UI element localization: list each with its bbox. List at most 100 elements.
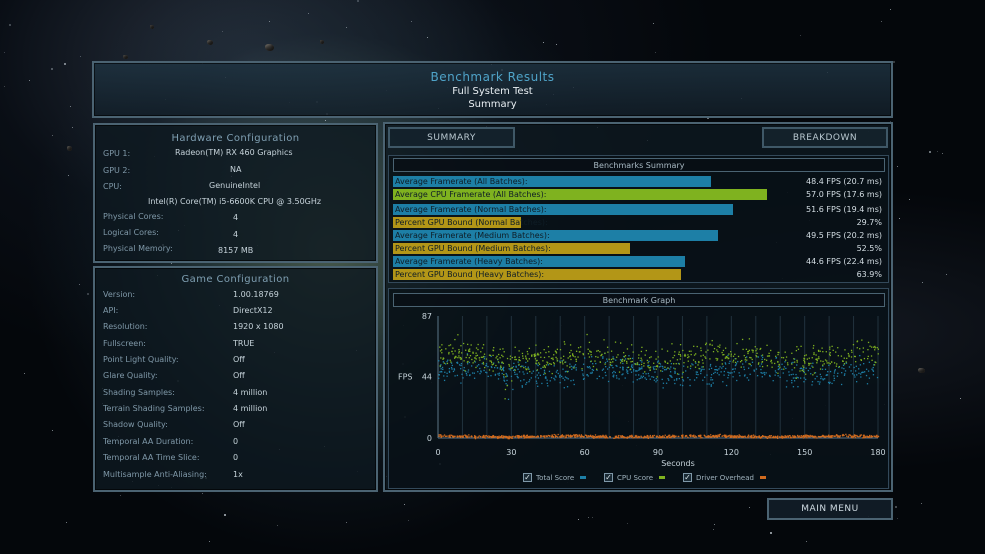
data-point bbox=[561, 436, 563, 438]
data-point bbox=[496, 437, 499, 439]
data-point bbox=[459, 357, 461, 359]
data-point bbox=[462, 342, 465, 345]
data-point bbox=[652, 435, 654, 438]
data-point bbox=[518, 371, 521, 373]
data-point bbox=[810, 362, 812, 365]
data-point bbox=[625, 436, 627, 439]
data-point bbox=[800, 345, 802, 347]
data-point bbox=[665, 382, 668, 384]
main-menu-button[interactable]: MAIN MENU bbox=[767, 498, 893, 520]
data-point bbox=[510, 436, 512, 438]
data-point bbox=[792, 377, 795, 379]
data-point bbox=[730, 355, 732, 357]
data-point bbox=[770, 437, 772, 439]
data-point bbox=[502, 366, 505, 369]
data-point bbox=[710, 384, 712, 386]
data-point bbox=[803, 377, 805, 379]
data-point bbox=[722, 354, 724, 356]
data-point bbox=[822, 351, 824, 353]
data-point bbox=[729, 434, 731, 436]
data-point bbox=[749, 373, 751, 375]
legend-cpu-score[interactable]: ✓ CPU Score bbox=[604, 473, 666, 482]
data-point bbox=[839, 435, 842, 437]
data-point bbox=[440, 434, 442, 436]
data-point bbox=[760, 436, 763, 439]
data-point bbox=[693, 379, 696, 381]
legend-total-score[interactable]: ✓ Total Score bbox=[523, 473, 587, 482]
x-tick-label: 60 bbox=[580, 448, 590, 457]
data-point bbox=[714, 369, 716, 371]
data-point bbox=[471, 358, 473, 361]
data-point bbox=[575, 358, 577, 361]
data-point bbox=[687, 360, 689, 362]
data-point bbox=[725, 363, 727, 365]
data-point bbox=[803, 366, 805, 369]
data-point bbox=[538, 363, 541, 365]
checkbox-checked-icon[interactable]: ✓ bbox=[604, 473, 613, 482]
data-point bbox=[475, 366, 477, 369]
data-point bbox=[868, 361, 871, 363]
data-point bbox=[661, 370, 664, 373]
data-point bbox=[676, 378, 678, 380]
checkbox-checked-icon[interactable]: ✓ bbox=[683, 473, 692, 482]
data-point bbox=[825, 435, 827, 437]
data-point bbox=[489, 360, 491, 362]
kv-label: Glare Quality: bbox=[103, 371, 158, 380]
data-point bbox=[502, 368, 504, 371]
data-point bbox=[694, 366, 697, 368]
summary-row: Average Framerate (Medium Batches): 49.5 … bbox=[393, 230, 886, 241]
data-point bbox=[768, 352, 770, 355]
checkbox-checked-icon[interactable]: ✓ bbox=[523, 473, 532, 482]
data-point bbox=[609, 436, 611, 438]
data-point bbox=[792, 435, 794, 437]
kv-label: Multisample Anti-Aliasing: bbox=[103, 470, 207, 479]
data-point bbox=[701, 368, 703, 370]
data-point bbox=[672, 434, 674, 436]
tab-summary[interactable]: SUMMARY bbox=[388, 127, 515, 148]
data-point bbox=[773, 436, 775, 439]
data-point bbox=[853, 434, 856, 436]
data-point bbox=[721, 367, 723, 369]
data-point bbox=[786, 380, 788, 382]
data-point bbox=[533, 355, 536, 358]
data-point bbox=[489, 354, 492, 357]
data-point bbox=[812, 347, 814, 349]
data-point bbox=[759, 365, 761, 367]
data-point bbox=[479, 367, 481, 370]
data-point bbox=[721, 363, 723, 365]
data-point bbox=[549, 363, 551, 365]
data-point bbox=[843, 363, 846, 365]
asteroid bbox=[67, 146, 72, 151]
data-point bbox=[468, 349, 470, 351]
data-point bbox=[582, 373, 584, 375]
tab-breakdown[interactable]: BREAKDOWN bbox=[762, 127, 888, 148]
data-point bbox=[855, 365, 857, 367]
data-point bbox=[646, 359, 649, 362]
data-point bbox=[707, 349, 709, 351]
data-point bbox=[766, 355, 769, 357]
data-point bbox=[452, 353, 454, 355]
data-point bbox=[666, 436, 668, 439]
data-point bbox=[495, 364, 497, 367]
data-point bbox=[600, 436, 602, 438]
legend-driver-overhead[interactable]: ✓ Driver Overhead bbox=[683, 473, 766, 482]
data-point bbox=[768, 355, 770, 357]
summary-value: 57.0 FPS (17.6 ms) bbox=[806, 190, 882, 199]
data-point bbox=[461, 352, 463, 354]
data-point bbox=[803, 357, 805, 360]
data-point bbox=[450, 367, 453, 369]
legend-swatch bbox=[659, 476, 666, 479]
data-point bbox=[781, 368, 783, 370]
data-point bbox=[807, 369, 810, 372]
data-point bbox=[619, 366, 621, 369]
data-point bbox=[636, 370, 638, 372]
data-point bbox=[795, 349, 798, 352]
benchmarks-summary-title: Benchmarks Summary bbox=[393, 158, 885, 172]
data-point bbox=[870, 355, 873, 357]
data-point bbox=[657, 356, 659, 358]
data-point bbox=[761, 358, 763, 361]
data-point bbox=[559, 375, 561, 377]
data-point bbox=[816, 437, 818, 439]
data-point bbox=[622, 362, 624, 365]
data-point bbox=[513, 362, 515, 365]
